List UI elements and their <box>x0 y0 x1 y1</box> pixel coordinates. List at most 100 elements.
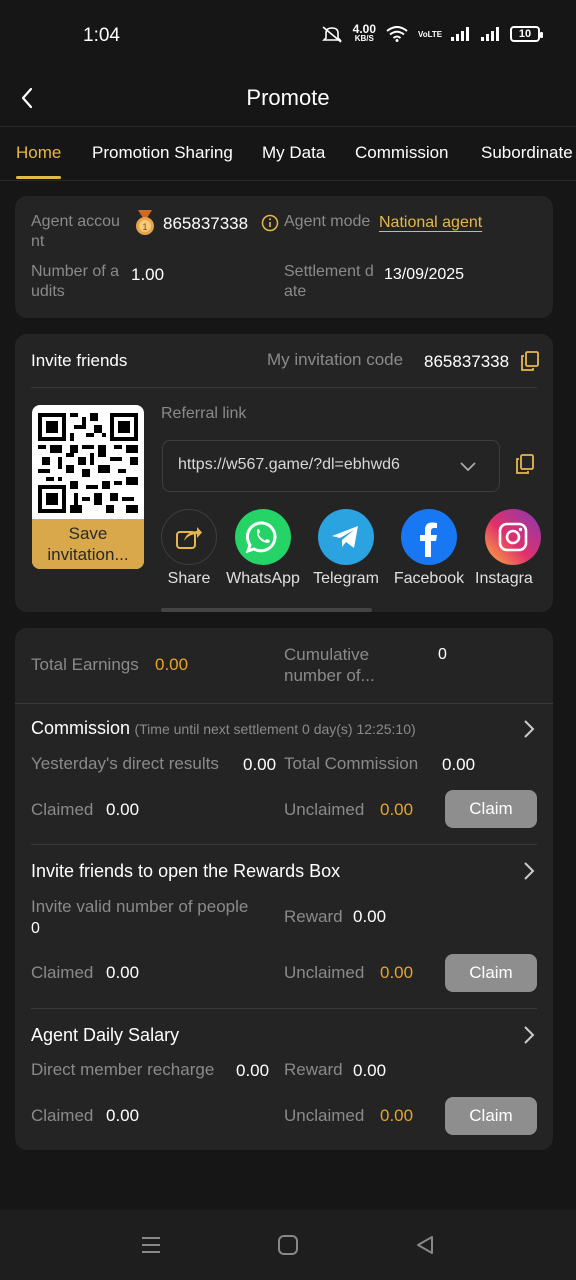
header: Promote <box>0 70 576 126</box>
instagram-button[interactable] <box>485 509 541 565</box>
whatsapp-button[interactable] <box>235 509 291 565</box>
rewards-box-unclaimed-label: Unclaimed <box>284 963 365 982</box>
commission-note: (Time until next settlement 0 day(s) 12:… <box>134 721 416 737</box>
total-commission-value: 0.00 <box>442 755 476 774</box>
salary-reward-value: 0.00 <box>353 1061 387 1080</box>
copy-link-icon[interactable] <box>516 454 534 474</box>
invite-title: Invite friends <box>31 351 128 370</box>
yesterday-value: 0.00 <box>243 755 277 774</box>
salary-chevron-icon[interactable] <box>519 1025 539 1045</box>
medal-icon: 1 <box>136 210 154 235</box>
commission-unclaimed-value: 0.00 <box>380 800 414 819</box>
volte-icon: VoLTE <box>418 29 443 39</box>
audits-value: 1.00 <box>131 265 165 284</box>
invite-card: Invite friends My invitation code 865837… <box>15 334 553 612</box>
system-nav-bar <box>0 1210 576 1280</box>
salary-claimed-label: Claimed <box>31 1106 94 1125</box>
agent-mode-link[interactable]: National agent <box>379 213 482 233</box>
rewards-box-reward-label: Reward <box>284 907 343 926</box>
facebook-label: Facebook <box>393 570 465 587</box>
rewards-box-unclaimed-value: 0.00 <box>380 963 414 982</box>
instagram-label: Instagra <box>475 570 533 587</box>
speed-unit: KB/S <box>354 34 374 43</box>
signal-icon-2 <box>481 27 499 41</box>
total-commission-label: Total Commission <box>284 754 419 773</box>
telegram-icon <box>332 526 358 548</box>
tab-home[interactable]: Home <box>16 127 61 180</box>
tab-subordinate[interactable]: Subordinate <box>481 127 573 180</box>
commission-claim-button[interactable]: Claim <box>445 790 537 828</box>
back-nav-icon[interactable] <box>414 1234 436 1256</box>
rewards-box-title[interactable]: Invite friends to open the Rewards Box <box>31 861 340 881</box>
telegram-button[interactable] <box>318 509 374 565</box>
rewards-box-claim-button[interactable]: Claim <box>445 954 537 992</box>
rewards-box-claimed-label: Claimed <box>31 963 94 982</box>
commission-unclaimed-label: Unclaimed <box>284 800 365 819</box>
whatsapp-label: WhatsApp <box>226 570 300 587</box>
tab-promotion-sharing[interactable]: Promotion Sharing <box>92 127 233 180</box>
agent-account-label: Agent accou nt <box>31 213 120 250</box>
qr-code-panel: Save invitation... <box>32 405 144 569</box>
share-icon <box>176 527 202 549</box>
tab-active-indicator <box>16 176 61 179</box>
commission-chevron-icon[interactable] <box>519 719 539 739</box>
salary-reward-label: Reward <box>284 1060 343 1079</box>
agent-mode-label: Agent mode <box>284 213 371 230</box>
share-label: Share <box>167 570 211 587</box>
recharge-value: 0.00 <box>236 1061 270 1080</box>
signal-icon <box>451 27 469 41</box>
info-icon[interactable] <box>261 214 279 232</box>
whatsapp-icon <box>245 521 277 554</box>
status-time: 1:04 <box>83 25 120 46</box>
total-earnings-label: Total Earnings <box>31 655 139 674</box>
battery-icon: 10 <box>510 26 543 42</box>
facebook-icon <box>420 522 437 557</box>
save-invitation-button[interactable]: Save invitation... <box>32 519 144 569</box>
copy-code-icon[interactable] <box>521 351 539 371</box>
invitation-code-value: 865837338 <box>424 352 510 371</box>
settlement-value: 13/09/2025 <box>384 266 465 283</box>
referral-link-value: https://w567.game/?dl=ebhwd6 <box>178 456 400 473</box>
rewards-box-reward-value: 0.00 <box>353 907 387 926</box>
invite-divider <box>31 387 537 388</box>
commission-title: Commission <box>31 718 131 738</box>
rewards-box-chevron-icon[interactable] <box>519 861 539 881</box>
home-icon[interactable] <box>277 1234 299 1256</box>
instagram-icon <box>498 522 528 552</box>
page-title: Promote <box>246 85 330 110</box>
mute-bell-icon <box>321 26 342 43</box>
earnings-card: Total Earnings 0.00 Cumulative number of… <box>15 628 553 1150</box>
share-scrollbar[interactable] <box>161 608 372 612</box>
share-button[interactable] <box>161 509 217 565</box>
invitation-code-label: My invitation code <box>267 350 404 369</box>
salary-unclaimed-label: Unclaimed <box>284 1106 365 1125</box>
chevron-down-icon <box>460 462 476 472</box>
recharge-label: Direct member recharge <box>31 1060 215 1079</box>
tab-bar: Home Promotion Sharing My Data Commissio… <box>0 126 576 181</box>
commission-header[interactable]: Commission (Time until next settlement 0… <box>31 718 416 739</box>
commission-claimed-label: Claimed <box>31 800 94 819</box>
total-earnings-value: 0.00 <box>155 655 189 674</box>
yesterday-label: Yesterday's direct results <box>31 754 219 773</box>
referral-link-label: Referral link <box>161 405 247 422</box>
qr-code-image <box>38 413 138 513</box>
menu-icon[interactable] <box>140 1234 162 1256</box>
status-bar: 1:04 4.00 KB/S VoLTE 10 <box>0 0 576 70</box>
valid-people-value: 0 <box>31 920 40 937</box>
tab-my-data[interactable]: My Data <box>262 127 325 180</box>
tab-commission[interactable]: Commission <box>355 127 449 180</box>
rewards-box-divider <box>31 1008 537 1009</box>
salary-unclaimed-value: 0.00 <box>380 1106 414 1125</box>
salary-title[interactable]: Agent Daily Salary <box>31 1025 179 1045</box>
referral-link-select[interactable]: https://w567.game/?dl=ebhwd6 <box>162 440 500 492</box>
facebook-button[interactable] <box>401 509 457 565</box>
salary-claim-button[interactable]: Claim <box>445 1097 537 1135</box>
valid-people-label: Invite valid number of people <box>31 897 249 916</box>
settlement-label: Settlement d ate <box>284 263 374 300</box>
audits-label: Number of a udits <box>31 263 120 300</box>
wifi-icon <box>386 26 408 42</box>
telegram-label: Telegram <box>313 570 379 587</box>
cumulative-label: Cumulative number of... <box>284 645 375 685</box>
svg-text:1: 1 <box>142 222 147 232</box>
cumulative-value: 0 <box>438 646 447 663</box>
